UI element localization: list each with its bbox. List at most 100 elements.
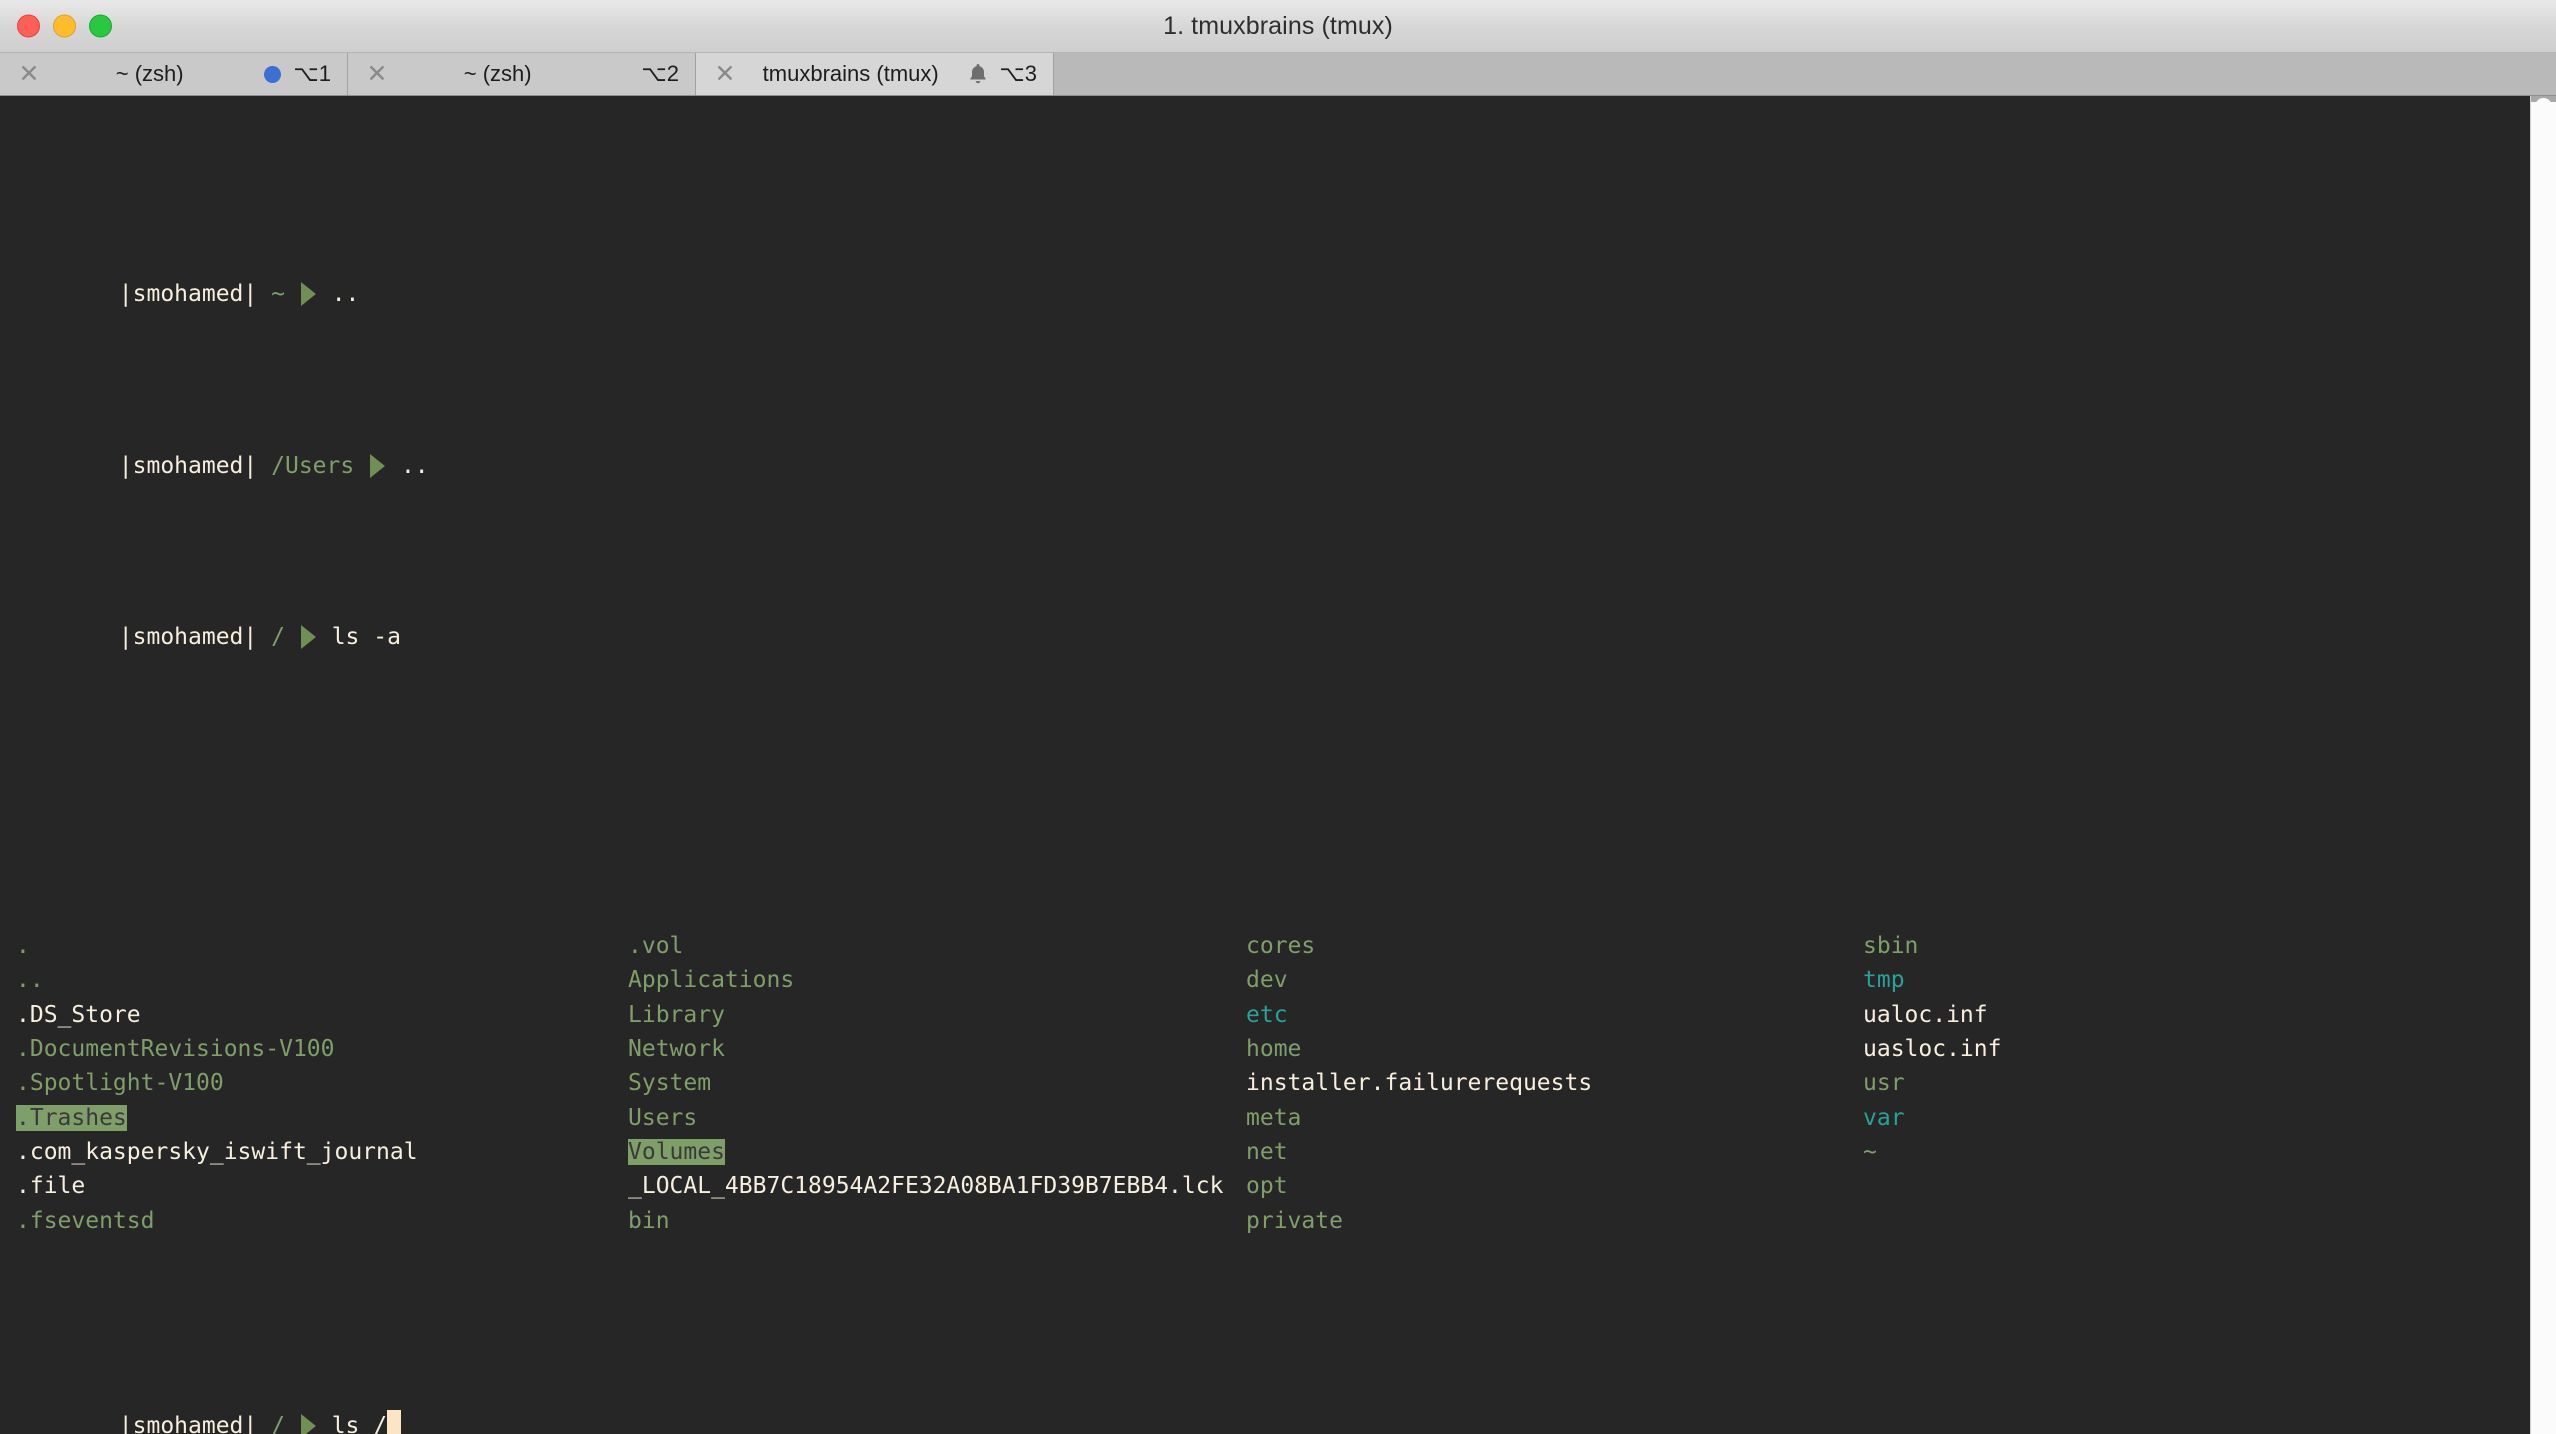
tab-bar-empty-area [1054,53,2556,95]
ls-entry: .DS_Store [16,998,141,1032]
prompt-user: |smohamed| [119,1413,257,1434]
ls-entry: usr [1863,1066,1905,1100]
terminal-body[interactable]: |smohamed| ~ .. |smohamed| /Users .. |sm… [0,96,2556,1434]
terminal-output-line: .. Applications dev tmp [8,963,2556,997]
ls-entry-name: Applications [628,967,794,993]
terminal-cursor [387,1410,401,1434]
terminal-line-prompt-2: |smohamed| /Users .. [8,415,2556,449]
ls-entry-name: System [628,1070,711,1096]
terminal-window: 1. tmuxbrains (tmux) ✕ ~ (zsh) ⌥1 ✕ ~ (z… [0,0,2556,1434]
prompt-user: |smohamed| [119,453,257,479]
ls-entry: bin [628,1204,670,1238]
ls-entry: meta [1246,1101,1301,1135]
ls-entry-name: ~ [1863,1139,1877,1165]
tab-label: tmuxbrains (tmux) [740,61,961,87]
ls-entry-name: .vol [628,933,683,959]
tab-shortcut-label: ⌥2 [637,61,681,87]
ls-entry-name: .file [16,1173,85,1199]
ls-entry: . [16,929,30,963]
ls-entry: System [628,1066,711,1100]
scrollbar-thumb[interactable] [2535,98,2552,1378]
prompt-command: ls / [332,1413,387,1434]
ls-entry: Applications [628,963,794,997]
window-titlebar: 1. tmuxbrains (tmux) [0,0,2556,53]
ls-entry: sbin [1863,929,1918,963]
traffic-lights [17,15,112,38]
terminal-output-line: .DS_StoreLibraryetcualoc.inf [8,998,2556,1032]
terminal-output-line: .Trashes Users meta var [8,1101,2556,1135]
ls-entry-name: net [1246,1139,1288,1165]
terminal-blank-line [8,758,2556,792]
terminal-line-prompt-3: |smohamed| / ls -a [8,586,2556,620]
ls-entry-name: .DS_Store [16,1002,141,1028]
tab-close-icon[interactable]: ✕ [710,62,740,87]
ls-entry-name: .fseventsd [16,1208,154,1234]
ls-entry: etc [1246,998,1288,1032]
tab-bar: ✕ ~ (zsh) ⌥1 ✕ ~ (zsh) ⌥2 ✕ tmuxbrains (… [0,53,2556,96]
ls-entry: .com_kaspersky_iswift_journal [16,1135,418,1169]
terminal-output-line: .com_kaspersky_iswift_journal Volumes net ~ [8,1135,2556,1169]
ls-entry-name: cores [1246,933,1315,959]
prompt-arrow-icon [301,282,316,306]
ls-entry-name: .com_kaspersky_iswift_journal [16,1139,418,1165]
ls-entry-name: Network [628,1036,725,1062]
ls-entry-name: tmp [1863,967,1905,993]
ls-entry: tmp [1863,963,1905,997]
ls-entry-name: sbin [1863,933,1918,959]
ls-entry-name: home [1246,1036,1301,1062]
ls-entry: installer.failurerequests [1246,1066,1592,1100]
ls-entry-name: .Spotlight-V100 [16,1070,224,1096]
ls-entry: opt [1246,1169,1288,1203]
prompt-path: / [271,624,285,650]
ls-entry: Volumes [628,1135,725,1169]
ls-entry: ~ [1863,1135,1877,1169]
prompt-path: ~ [271,281,285,307]
ls-entry: .file [16,1169,85,1203]
terminal-screen: |smohamed| ~ .. |smohamed| /Users .. |sm… [0,106,2556,1434]
ls-entry-name: installer.failurerequests [1246,1070,1592,1096]
tab-close-icon[interactable]: ✕ [362,62,392,87]
ls-entry-name: Volumes [628,1139,725,1165]
prompt-arrow-icon [301,1414,316,1434]
ls-entry: cores [1246,929,1315,963]
terminal-output-line: .fseventsd bin private [8,1204,2556,1238]
ls-a-output: . .vol cores sbin.. Applications dev tmp .DS_St… [8,929,2556,1238]
tab-activity-dot-icon [255,66,289,83]
ls-entry-name: .. [16,967,44,993]
ls-entry-name: .Trashes [16,1105,127,1131]
ls-entry-name: Users [628,1105,697,1131]
ls-entry: net [1246,1135,1288,1169]
prompt-command: .. [401,453,429,479]
tab-zsh-1[interactable]: ✕ ~ (zsh) ⌥1 [0,53,348,95]
tab-tmuxbrains[interactable]: ✕ tmuxbrains (tmux) ⌥3 [696,53,1054,95]
ls-entry: .. [16,963,44,997]
ls-entry: var [1863,1101,1905,1135]
ls-entry: Network [628,1032,725,1066]
terminal-output-line: .Spotlight-V100 System installer.failurere… [8,1066,2556,1100]
window-title: 1. tmuxbrains (tmux) [0,12,2556,41]
ls-entry-name: private [1246,1208,1343,1234]
ls-entry: uasloc.inf [1863,1032,2001,1066]
terminal-line-prompt-4[interactable]: |smohamed| / ls / [8,1375,2556,1409]
prompt-arrow-icon [301,625,316,649]
minimize-window-button[interactable] [53,15,76,38]
ls-entry-name: . [16,933,30,959]
terminal-output-line: .file_LOCAL_4BB7C18954A2FE32A08BA1FD39B7… [8,1169,2556,1203]
close-window-button[interactable] [17,15,40,38]
terminal-scrollbar[interactable] [2530,96,2556,1434]
tab-close-icon[interactable]: ✕ [14,62,44,87]
terminal-output-line: .DocumentRevisions-V100 Network home uasloc… [8,1032,2556,1066]
prompt-command: .. [332,281,360,307]
ls-entry: dev [1246,963,1288,997]
maximize-window-button[interactable] [89,15,112,38]
ls-entry: home [1246,1032,1301,1066]
ls-entry: ualoc.inf [1863,998,1988,1032]
tab-zsh-2[interactable]: ✕ ~ (zsh) ⌥2 [348,53,696,95]
ls-entry: Users [628,1101,697,1135]
ls-entry: .DocumentRevisions-V100 [16,1032,335,1066]
ls-entry-name: etc [1246,1002,1288,1028]
ls-entry-name: ualoc.inf [1863,1002,1988,1028]
terminal-output-line: . .vol cores sbin [8,929,2556,963]
tab-shortcut-label: ⌥1 [289,61,333,87]
prompt-arrow-icon [370,454,385,478]
